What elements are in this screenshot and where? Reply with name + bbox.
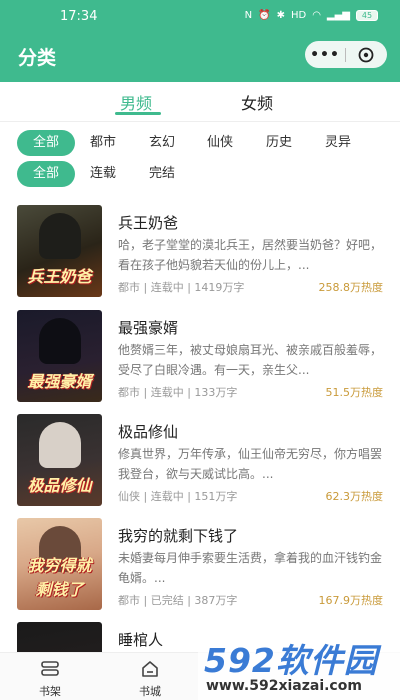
cover-figure <box>39 422 81 468</box>
cover-title: 我穷得就剩钱了 <box>27 556 92 599</box>
cover-figure <box>39 318 81 364</box>
filter-status-complete[interactable]: 完结 <box>149 161 175 187</box>
nav-label: 书城 <box>139 685 161 698</box>
book-heat: 167.9万热度 <box>318 594 384 607</box>
book-heat: 258.8万热度 <box>318 281 384 294</box>
filter-status-all[interactable]: 全部 <box>17 161 75 187</box>
cover-title: 兵王奶爸 <box>27 267 92 286</box>
gender-tabs: 男频 女频 <box>0 82 400 122</box>
filter-status-ongoing[interactable]: 连载 <box>90 161 116 187</box>
filter-category-fantasy[interactable]: 玄幻 <box>149 130 175 156</box>
status-filter-row: 全部 连载 完结 <box>0 161 400 187</box>
nfc-icon: N <box>244 10 253 21</box>
book-list-item[interactable]: 最强豪婿 最强豪婿 他赘婿三年，被丈母娘扇耳光、被亲戚百般羞辱，受尽了白眼冷遇。… <box>0 310 400 410</box>
close-icon <box>358 47 374 62</box>
active-tab-indicator <box>115 112 161 115</box>
tab-male[interactable]: 男频 <box>120 90 152 114</box>
close-button[interactable] <box>346 47 386 63</box>
book-cover: 我穷得就剩钱了 <box>17 518 102 610</box>
book-list-item[interactable]: 极品修仙 极品修仙 修真世界，万年传承，仙王仙帝无穷尽，你方唱罢我登台，欲与天威… <box>0 414 400 514</box>
book-meta: 都市 | 连载中 | 133万字 <box>118 386 238 399</box>
book-meta: 都市 | 已完结 | 387万字 <box>118 594 238 607</box>
mini-program-capsule: ••• <box>305 41 387 68</box>
tab-female[interactable]: 女频 <box>241 90 273 114</box>
book-description: 他赘婿三年，被丈母娘扇耳光、被亲戚百般羞辱，受尽了白眼冷遇。有一天，亲生父... <box>118 343 383 377</box>
book-meta: 都市 | 连载中 | 1419万字 <box>118 281 245 294</box>
watermark-url: www.592xiazai.com <box>206 678 362 694</box>
book-list-item[interactable]: 兵王奶爸 兵王奶爸 哈，老子堂堂的漠北兵王，居然要当奶爸？好吧，看在孩子他妈貌若… <box>0 205 400 305</box>
book-title: 最强豪婿 <box>118 319 179 337</box>
book-description: 哈，老子堂堂的漠北兵王，居然要当奶爸？好吧，看在孩子他妈貌若天仙的份儿上，... <box>118 238 383 272</box>
book-cover: 极品修仙 <box>17 414 102 506</box>
wifi-icon: ◠ <box>312 10 321 21</box>
book-description: 修真世界，万年传承，仙王仙帝无穷尽，你方唱罢我登台，欲与天威试比高。... <box>118 447 383 481</box>
filter-category-xianxia[interactable]: 仙侠 <box>207 130 233 156</box>
bookshelf-icon <box>41 661 59 676</box>
book-title: 我穷的就剩下钱了 <box>118 527 239 545</box>
cover-figure <box>39 213 81 259</box>
book-list-item[interactable]: 我穷得就剩钱了 我穷的就剩下钱了 未婚妻每月伸手索要生活费，拿着我的血汗钱钓金龟… <box>0 518 400 618</box>
book-cover: 最强豪婿 <box>17 310 102 402</box>
filter-category-city[interactable]: 都市 <box>90 130 116 156</box>
filter-category-all[interactable]: 全部 <box>17 130 75 156</box>
book-description: 未婚妻每月伸手索要生活费，拿着我的血汗钱钓金龟婿。... <box>118 551 383 585</box>
book-title: 兵王奶爸 <box>118 214 179 232</box>
status-time: 17:34 <box>60 9 98 24</box>
book-heat: 51.5万热度 <box>325 386 384 399</box>
nav-label: 书架 <box>39 685 61 698</box>
category-filter-row: 全部 都市 玄幻 仙侠 历史 灵异 <box>0 130 400 156</box>
filter-category-supernatural[interactable]: 灵异 <box>325 130 351 156</box>
book-heat: 62.3万热度 <box>325 490 384 503</box>
cover-title: 极品修仙 <box>27 476 92 495</box>
battery-icon: 45 <box>356 10 378 21</box>
bluetooth-icon: ✱ <box>276 10 285 21</box>
more-menu-button[interactable]: ••• <box>305 47 345 63</box>
book-title: 极品修仙 <box>118 423 179 441</box>
book-title: 睡棺人 <box>118 631 164 649</box>
app-bar: 分类 ••• <box>0 34 400 82</box>
book-cover: 兵王奶爸 <box>17 205 102 297</box>
divider <box>0 121 400 122</box>
book-meta: 仙侠 | 连载中 | 151万字 <box>118 490 238 503</box>
nav-bookstore[interactable]: 书城 <box>120 653 180 700</box>
cover-title: 最强豪婿 <box>27 372 92 391</box>
nav-bookshelf[interactable]: 书架 <box>20 653 80 700</box>
bookstore-icon <box>142 661 158 677</box>
status-bar: 17:34 N ⏰ ✱ HD ◠ ▂▄▆ 45 <box>0 0 400 34</box>
filter-category-history[interactable]: 历史 <box>266 130 292 156</box>
watermark: 592软件园 www.592xiazai.com <box>198 630 400 700</box>
hd-icon: HD <box>290 10 307 21</box>
signal-icon: ▂▄▆ <box>326 10 350 21</box>
status-icons: N ⏰ ✱ HD ◠ ▂▄▆ 45 <box>245 10 378 21</box>
watermark-logo: 592软件园 <box>204 641 378 680</box>
page-title: 分类 <box>18 47 57 69</box>
alarm-icon: ⏰ <box>258 10 271 21</box>
